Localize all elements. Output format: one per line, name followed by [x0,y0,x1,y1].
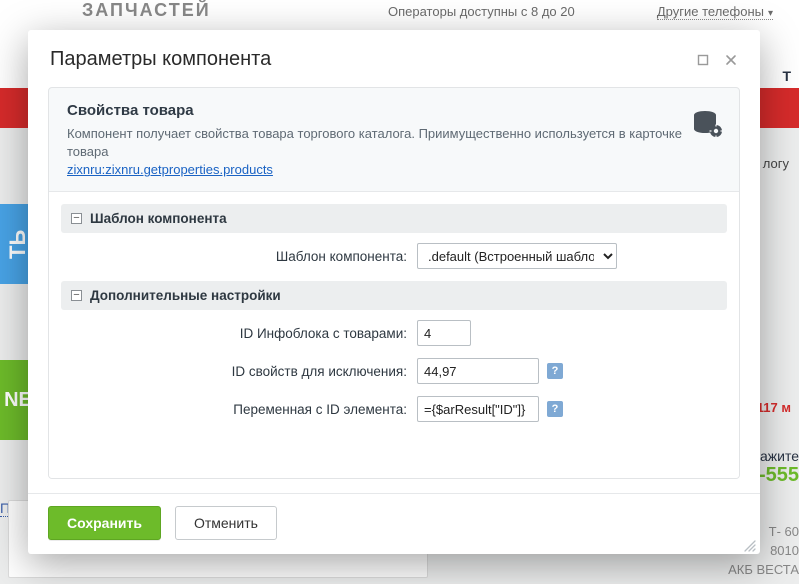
panel-header: Свойства товара Компонент получает свойс… [49,88,739,191]
row-exclude-ids: ID свойств для исключения: ? [61,358,727,384]
dialog-titlebar[interactable]: Параметры компонента [28,30,760,87]
panel-title: Свойства товара [67,102,721,119]
label-element-var: Переменная с ID элемента: [61,402,417,417]
maximize-icon[interactable] [696,54,710,66]
component-id-link[interactable]: zixnru:zixnru.getproperties.products [67,162,273,177]
row-iblock-id: ID Инфоблока с товарами: [61,320,727,346]
dialog-title: Параметры компонента [50,48,271,71]
panel: Свойства товара Компонент получает свойс… [48,87,740,479]
help-icon[interactable]: ? [547,363,563,379]
section-template-label: Шаблон компонента [90,211,227,226]
section-template[interactable]: − Шаблон компонента [61,204,727,233]
save-button[interactable]: Сохранить [48,506,161,540]
component-params-dialog: Параметры компонента Свойства товара Ком… [28,30,760,554]
dialog-footer: Сохранить Отменить [28,493,760,554]
section-additional[interactable]: − Дополнительные настройки [61,281,727,310]
collapse-icon: − [71,213,82,224]
row-element-var: Переменная с ID элемента: ? [61,396,727,422]
label-exclude-ids: ID свойств для исключения: [61,364,417,379]
database-gear-icon [693,110,723,143]
input-exclude-ids[interactable] [417,358,539,384]
row-template: Шаблон компонента: .default (Встроенный … [61,243,727,269]
panel-description: Компонент получает свойства товара торго… [67,125,721,161]
label-template: Шаблон компонента: [61,249,417,264]
input-iblock-id[interactable] [417,320,471,346]
close-icon[interactable] [724,54,738,66]
help-icon[interactable]: ? [547,401,563,417]
resize-grip-icon[interactable] [742,538,756,552]
input-element-var[interactable] [417,396,539,422]
label-iblock-id: ID Инфоблока с товарами: [61,326,417,341]
form-area: − Шаблон компонента Шаблон компонента: .… [49,191,739,478]
select-template[interactable]: .default (Встроенный шаблон) [417,243,617,269]
section-additional-label: Дополнительные настройки [90,288,281,303]
cancel-button[interactable]: Отменить [175,506,277,540]
collapse-icon: − [71,290,82,301]
